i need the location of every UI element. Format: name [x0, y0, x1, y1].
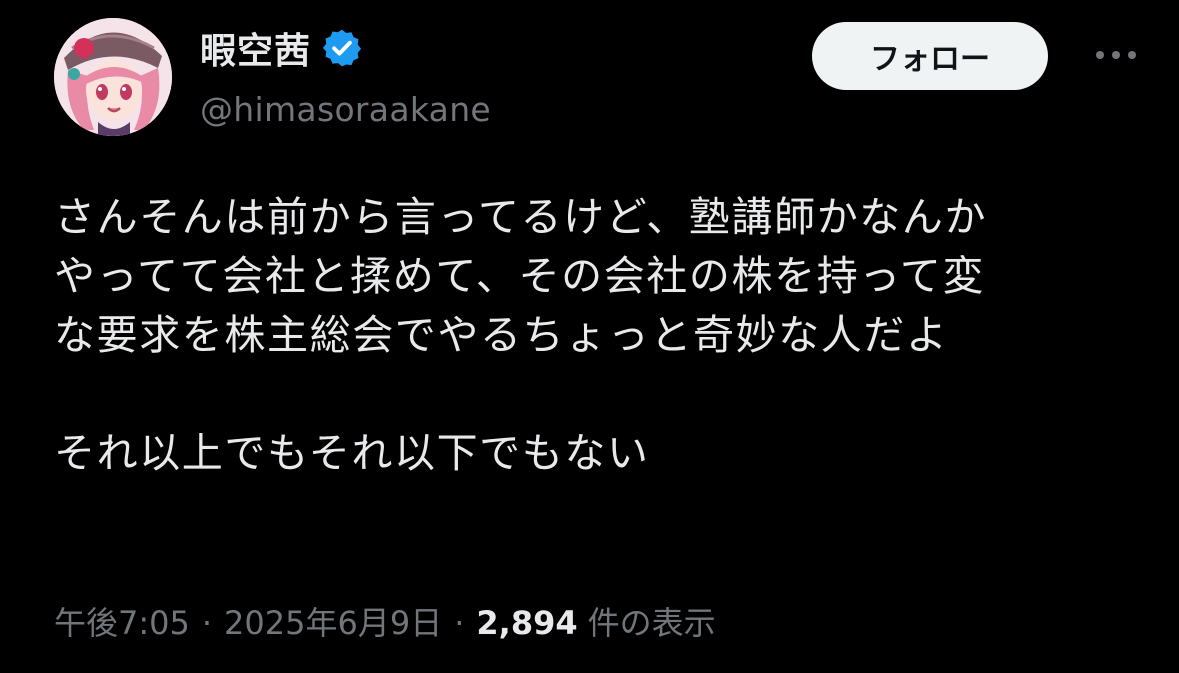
- anime-avatar-icon: [54, 18, 172, 136]
- tweet-line: さんそんは前から言ってるけど、塾講師かなんか: [54, 193, 988, 241]
- display-name-row: 暇空茜: [200, 20, 491, 76]
- display-name[interactable]: 暇空茜: [200, 22, 311, 74]
- follow-button[interactable]: フォロー: [812, 22, 1048, 90]
- tweet-meta: 午後7:05 · 2025年6月9日 · 2,894 件の表示: [54, 598, 716, 644]
- tweet-date[interactable]: 2025年6月9日: [224, 598, 442, 644]
- avatar[interactable]: [54, 18, 172, 136]
- tweet-line: な要求を株主総会でやるちょっと奇妙な人だよ: [54, 311, 949, 359]
- tweet-header: 暇空茜 @himasoraakane フォロー: [54, 18, 1136, 142]
- author-info: 暇空茜 @himasoraakane: [200, 20, 491, 129]
- views-count[interactable]: 2,894: [476, 604, 577, 642]
- views-label: 件の表示: [587, 604, 716, 642]
- verified-badge-icon: [321, 27, 363, 69]
- tweet-time[interactable]: 午後7:05: [54, 598, 190, 644]
- meta-separator: ·: [454, 604, 465, 642]
- tweet-line: それ以上でもそれ以下でもない: [54, 429, 650, 477]
- more-options-icon[interactable]: [1094, 40, 1138, 70]
- tweet-text: さんそんは前から言ってるけど、塾講師かなんか やってて会社と揉めて、その会社の株…: [54, 188, 1134, 483]
- meta-separator: ·: [201, 604, 213, 642]
- user-handle[interactable]: @himasoraakane: [200, 90, 491, 129]
- tweet-line: やってて会社と揉めて、その会社の株を持って変: [54, 252, 986, 300]
